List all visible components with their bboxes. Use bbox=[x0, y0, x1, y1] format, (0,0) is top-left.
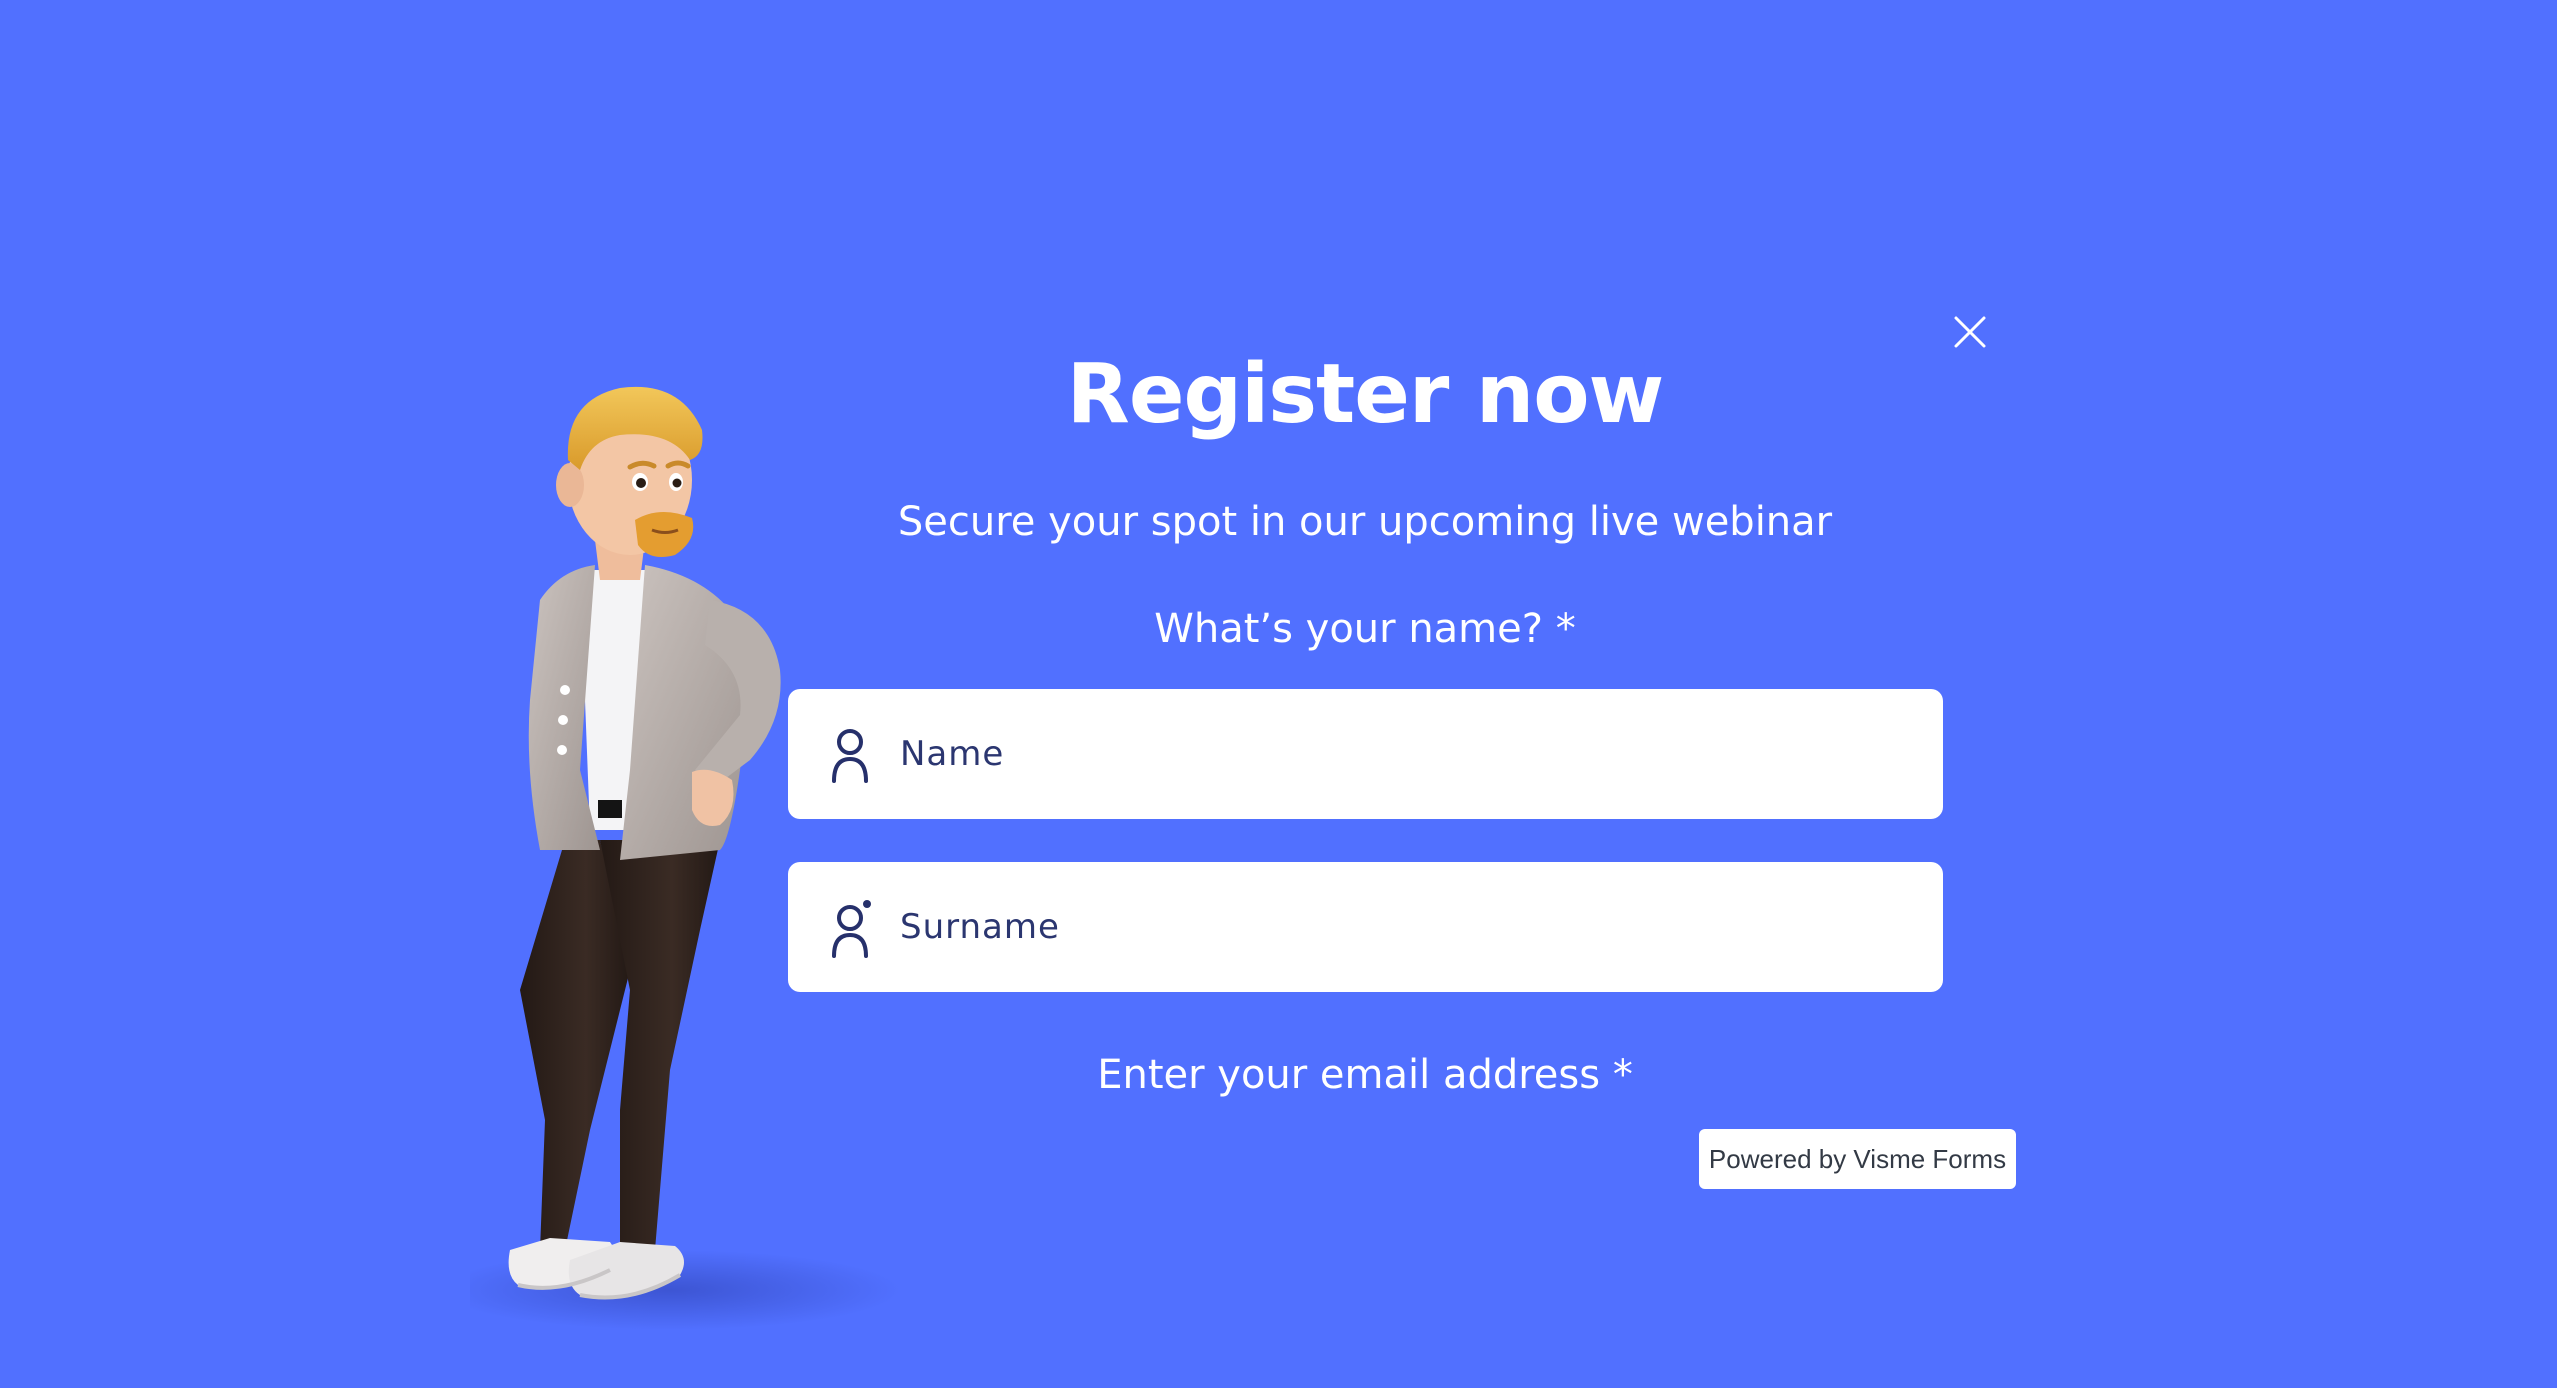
surname-input[interactable] bbox=[900, 862, 1910, 992]
person-icon bbox=[830, 725, 874, 785]
form-title: Register now bbox=[1066, 347, 1665, 442]
name-field[interactable] bbox=[788, 689, 1943, 819]
surname-field[interactable] bbox=[788, 862, 1943, 992]
powered-by-badge[interactable]: Powered by Visme Forms bbox=[1699, 1129, 2016, 1189]
form-subtitle: Secure your spot in our upcoming live we… bbox=[897, 499, 1833, 545]
name-question-label: What’s your name? * bbox=[1154, 606, 1576, 652]
name-input[interactable] bbox=[900, 689, 1910, 819]
email-question-label: Enter your email address * bbox=[1097, 1052, 1633, 1098]
person-dot-icon bbox=[830, 898, 874, 958]
